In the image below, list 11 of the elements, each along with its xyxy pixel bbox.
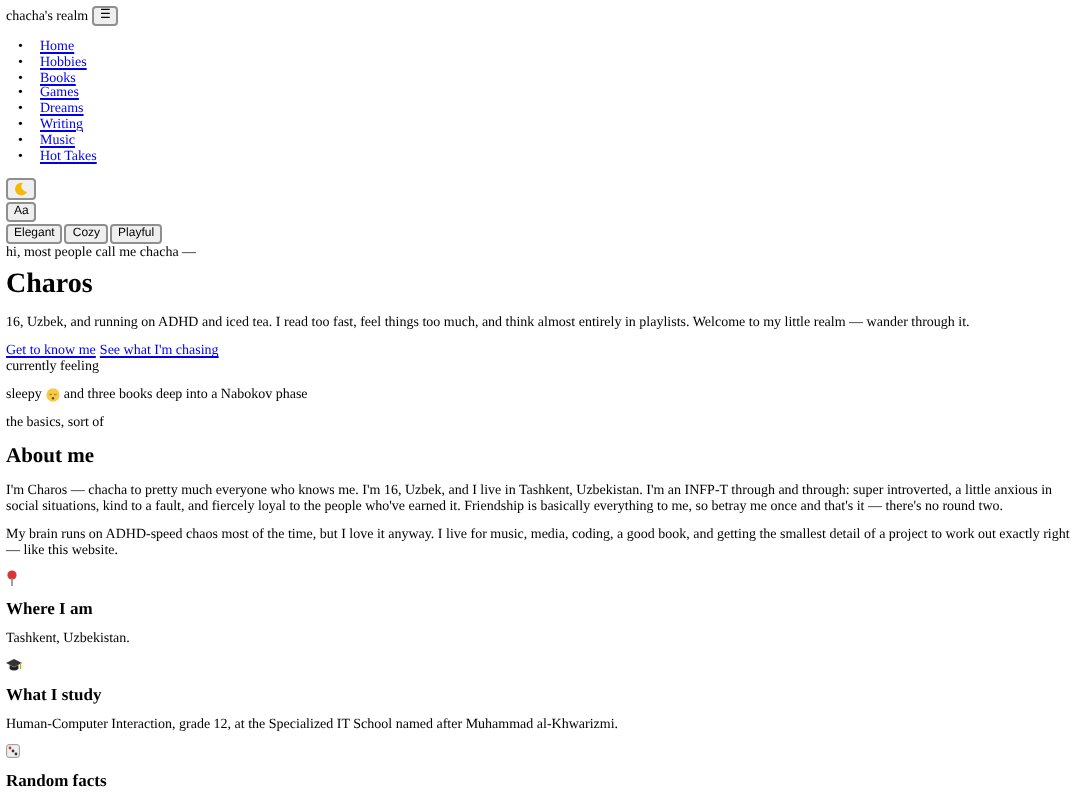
section-heading: About me [6, 446, 97, 471]
sleepy-face-icon [45, 387, 60, 402]
pin-icon [6, 570, 18, 587]
fact-heading: Where I am [6, 598, 95, 619]
theme-toggle-button[interactable] [6, 178, 36, 201]
fact-heading: What I study [6, 684, 104, 705]
graduation-cap-icon [6, 658, 22, 673]
dice-icon [6, 744, 20, 759]
hero-title: Charos [6, 270, 95, 303]
moon-icon [14, 182, 28, 197]
fact-heading: Random facts [6, 770, 109, 791]
